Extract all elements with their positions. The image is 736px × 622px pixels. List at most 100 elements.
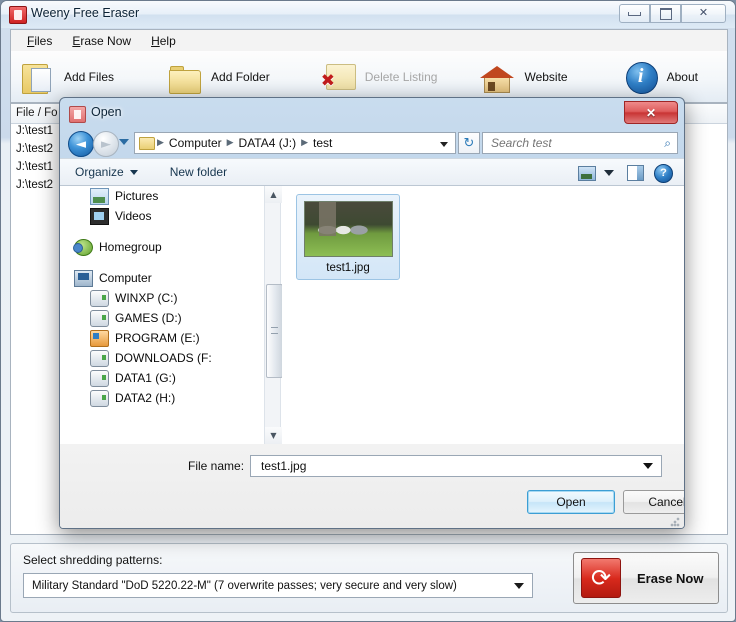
tree-item-label: DOWNLOADS (F: — [115, 351, 212, 365]
view-mode-icon[interactable] — [578, 165, 596, 181]
erase-now-label: Erase Now — [637, 570, 704, 586]
menu-item-files[interactable]: Files — [17, 32, 62, 50]
organize-label: Organize — [75, 165, 124, 179]
file-name-input[interactable] — [259, 458, 643, 474]
open-button[interactable]: Open — [527, 490, 615, 514]
program-drive-icon — [90, 329, 109, 347]
search-icon: ⌕ — [664, 135, 671, 150]
tree-item-downloads-f[interactable]: DOWNLOADS (F: — [68, 348, 266, 368]
new-folder-button[interactable]: New folder — [161, 162, 236, 182]
drive-icon — [90, 309, 109, 327]
back-button[interactable]: ◄ — [68, 131, 94, 157]
info-icon — [622, 58, 660, 96]
maximize-icon — [651, 5, 680, 22]
image-thumbnail — [304, 201, 393, 257]
maximize-button[interactable] — [650, 4, 681, 23]
list-item[interactable]: test1.jpg — [296, 194, 400, 280]
minimize-button[interactable] — [619, 4, 650, 23]
toolbar-website-label: Website — [524, 69, 568, 84]
folder-document-icon — [19, 58, 57, 96]
navigation-tree[interactable]: Pictures Videos Homegroup Computer WINXP… — [68, 186, 266, 444]
search-input[interactable] — [489, 135, 665, 151]
chevron-down-icon[interactable] — [440, 142, 448, 147]
open-file-dialog: Open ✕ ◄ ► ▶ Computer ▶ DATA4 (J:) ▶ tes… — [59, 97, 685, 529]
refresh-icon: ↻ — [463, 135, 475, 151]
drive-icon — [90, 289, 109, 307]
chevron-down-icon — [129, 169, 138, 175]
erase-now-button[interactable]: Erase Now — [573, 552, 719, 604]
organize-button[interactable]: Organize — [66, 162, 147, 182]
forward-button[interactable]: ► — [93, 131, 119, 157]
toolbar-about[interactable]: About — [614, 53, 704, 101]
chevron-down-icon[interactable] — [604, 170, 614, 176]
cancel-button[interactable]: Cancel — [623, 490, 684, 514]
toolbar-add-folder[interactable]: Add Folder — [158, 53, 276, 101]
tree-item-computer[interactable]: Computer — [68, 268, 266, 288]
drive-icon — [90, 389, 109, 407]
dialog-navigation-bar: ◄ ► ▶ Computer ▶ DATA4 (J:) ▶ test ↻ Sea… — [60, 128, 684, 158]
dialog-app-icon — [69, 106, 86, 123]
tree-item-videos[interactable]: Videos — [68, 206, 266, 226]
file-content-pane[interactable]: test1.jpg — [282, 186, 684, 444]
tree-item-program-e[interactable]: PROGRAM (E:) — [68, 328, 266, 348]
homegroup-icon — [73, 238, 93, 256]
toolbar-delete-listing-label: Delete Listing — [364, 69, 438, 84]
breadcrumb-separator: ▶ — [157, 138, 164, 148]
breadcrumb-item-data4[interactable]: DATA4 (J:) — [236, 136, 300, 150]
dialog-title: Open — [91, 105, 122, 119]
tree-item-label: GAMES (D:) — [115, 311, 182, 325]
videos-icon — [90, 207, 109, 225]
breadcrumb-separator: ▶ — [226, 138, 234, 148]
tree-item-label: Computer — [99, 271, 152, 285]
recycle-arrows-icon — [581, 558, 621, 598]
folder-delete-icon — [320, 58, 358, 96]
help-icon[interactable]: ? — [654, 163, 673, 183]
toolbar-add-folder-label: Add Folder — [211, 69, 270, 84]
tree-scrollbar[interactable]: ▲ ▼ — [264, 186, 283, 444]
menubar: Files Erase Now Help — [10, 29, 728, 51]
tree-item-label: DATA2 (H:) — [115, 391, 176, 405]
dialog-footer: File name: Open Cancel — [60, 444, 684, 528]
toolbar-add-files[interactable]: Add Files — [11, 53, 120, 101]
file-name-label: test1.jpg — [326, 262, 370, 274]
tree-item-data1-g[interactable]: DATA1 (G:) — [68, 368, 266, 388]
file-name-combobox[interactable] — [250, 455, 662, 477]
tree-item-data2-h[interactable]: DATA2 (H:) — [68, 388, 266, 408]
toolbar-delete-listing[interactable]: Delete Listing — [312, 53, 444, 101]
minimize-icon — [620, 5, 649, 22]
main-window: Weeny Free Eraser ✕ Files Erase Now Help… — [0, 0, 736, 622]
scroll-up-icon[interactable]: ▲ — [265, 186, 282, 203]
shredding-pattern-select[interactable]: Military Standard "DoD 5220.22-M" (7 ove… — [23, 573, 533, 598]
scroll-down-icon[interactable]: ▼ — [265, 427, 282, 444]
chevron-down-icon[interactable] — [643, 463, 653, 469]
menu-item-erase-now[interactable]: Erase Now — [62, 32, 141, 50]
app-icon — [9, 6, 27, 24]
dialog-close-button[interactable]: ✕ — [624, 101, 678, 124]
folder-icon — [166, 58, 204, 96]
main-titlebar: Weeny Free Eraser ✕ — [1, 1, 735, 28]
refresh-button[interactable]: ↻ — [458, 132, 480, 154]
tree-item-homegroup[interactable]: Homegroup — [68, 237, 266, 257]
organize-toolbar-right: ? — [573, 159, 678, 187]
search-box[interactable]: ⌕ — [482, 132, 678, 154]
breadcrumb-item-computer[interactable]: Computer — [166, 136, 225, 150]
folder-icon — [139, 136, 155, 150]
tree-item-pictures[interactable]: Pictures — [68, 186, 266, 206]
scrollbar-thumb[interactable] — [266, 284, 283, 378]
computer-icon — [74, 269, 93, 287]
close-icon: ✕ — [698, 7, 709, 19]
shredding-panel: Select shredding patterns: Military Stan… — [10, 543, 728, 613]
tree-item-games-d[interactable]: GAMES (D:) — [68, 308, 266, 328]
breadcrumb-item-test[interactable]: test — [310, 136, 335, 150]
menu-item-help[interactable]: Help — [141, 32, 186, 50]
close-button[interactable]: ✕ — [681, 4, 726, 23]
breadcrumb[interactable]: ▶ Computer ▶ DATA4 (J:) ▶ test — [134, 132, 456, 154]
toolbar-website[interactable]: Website — [471, 53, 573, 101]
history-dropdown-icon[interactable] — [119, 139, 129, 145]
tree-item-winxp-c[interactable]: WINXP (C:) — [68, 288, 266, 308]
file-name-field-label: File name: — [188, 459, 245, 473]
preview-pane-icon[interactable] — [627, 165, 644, 181]
toolbar: Add Files Add Folder Delete Listing Webs… — [10, 51, 728, 103]
resize-grip[interactable] — [670, 517, 680, 527]
